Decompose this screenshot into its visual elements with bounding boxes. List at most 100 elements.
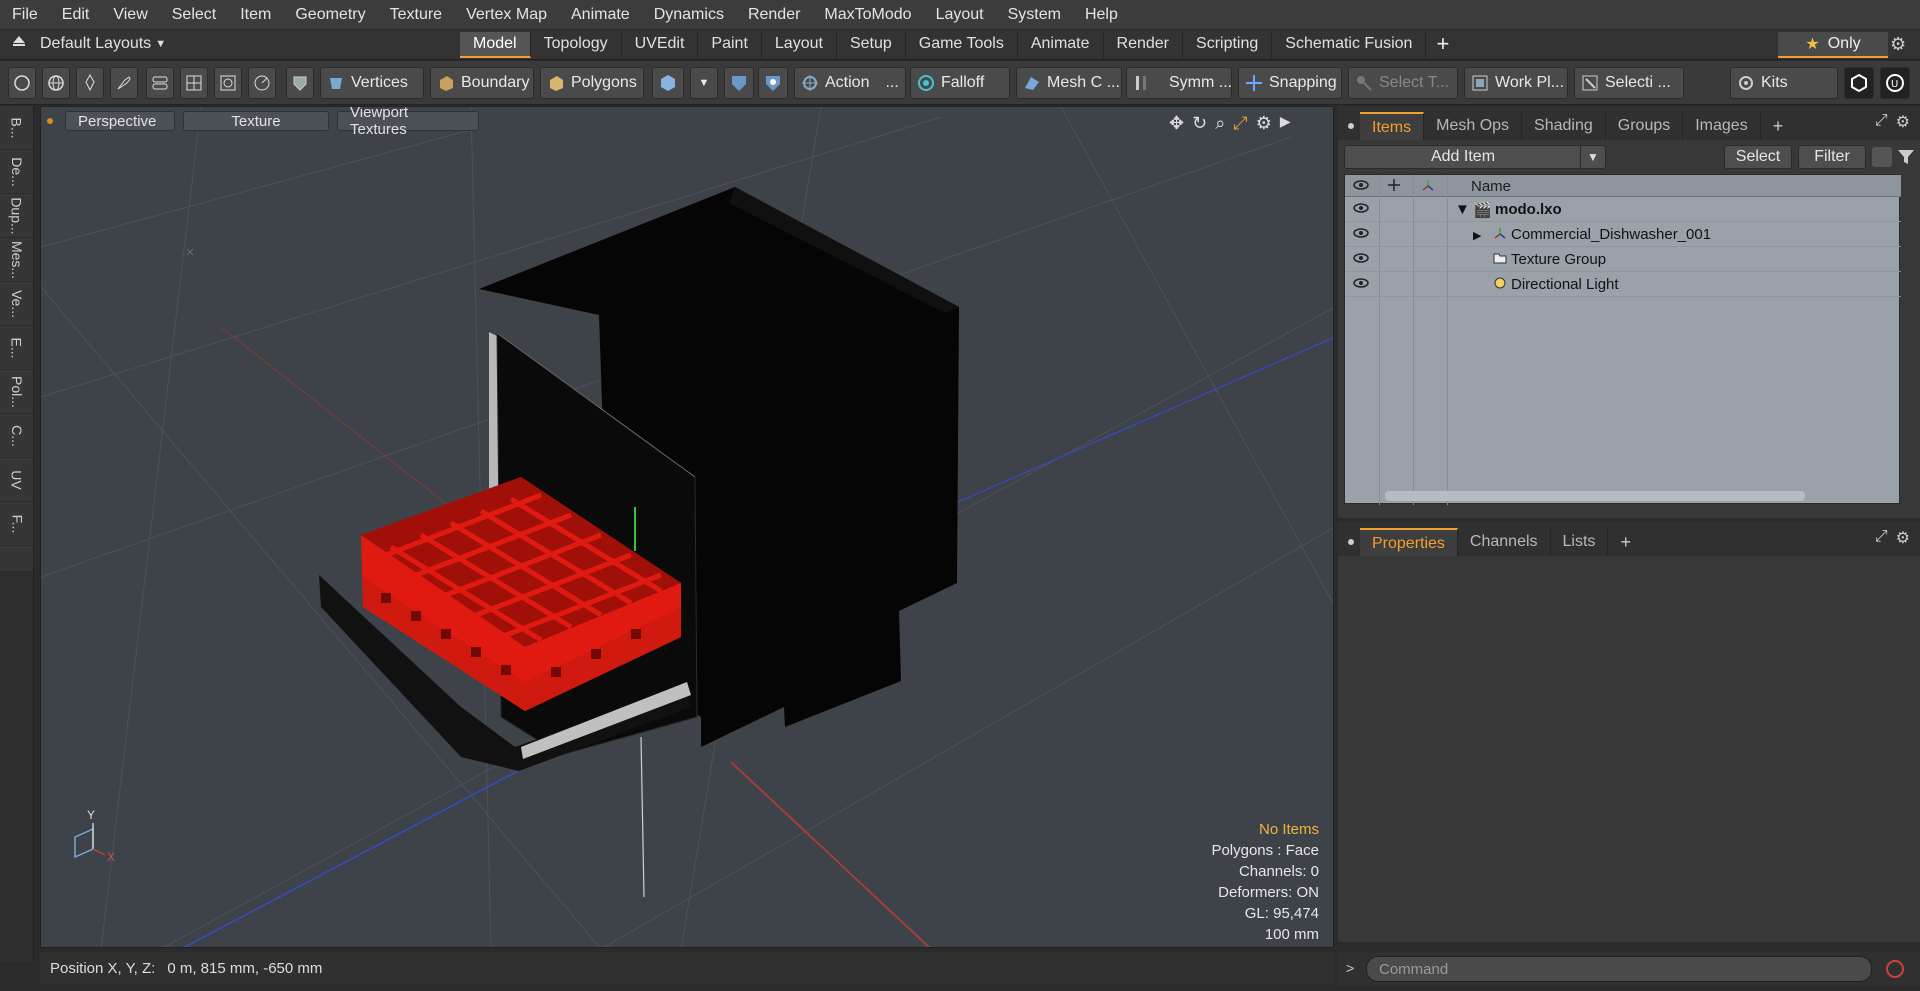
add-panel-tab-icon[interactable]: + — [1761, 112, 1796, 140]
eye-icon[interactable] — [1353, 276, 1369, 293]
add-item-dropdown[interactable]: ▼ — [1580, 145, 1606, 169]
tab-groups[interactable]: Groups — [1606, 112, 1684, 140]
menu-select[interactable]: Select — [160, 6, 228, 24]
palette-tab-fusion[interactable]: F... — [0, 502, 34, 546]
selection-sets-button[interactable]: Selecti ... — [1574, 67, 1684, 99]
tab-channels[interactable]: Channels — [1458, 528, 1551, 556]
only-toggle[interactable]: ★ Only — [1778, 32, 1888, 58]
unity-kit-button[interactable] — [1844, 67, 1874, 99]
radial-tool-button[interactable] — [248, 67, 276, 99]
menu-texture[interactable]: Texture — [378, 6, 454, 24]
menu-view[interactable]: View — [101, 6, 159, 24]
maximize-icon[interactable]: ⤢ — [1233, 113, 1247, 134]
select-button[interactable]: Select — [1724, 145, 1792, 169]
command-input[interactable]: Command — [1366, 956, 1872, 982]
tab-layout[interactable]: Layout — [762, 32, 837, 58]
tab-properties[interactable]: Properties — [1360, 528, 1458, 556]
palette-tab-polygon[interactable]: Pol... — [0, 370, 34, 414]
default-layouts-dropdown[interactable]: Default Layouts ▼ — [40, 35, 166, 53]
palette-tab-deform[interactable]: De... — [0, 150, 34, 194]
tab-shading[interactable]: Shading — [1522, 112, 1606, 140]
menu-system[interactable]: System — [996, 6, 1073, 24]
boundary-mode-button[interactable]: Boundary — [430, 67, 534, 99]
pan-icon[interactable]: ✥ — [1169, 113, 1184, 134]
pen-tool-button[interactable] — [76, 67, 104, 99]
box-tool-button[interactable] — [214, 67, 242, 99]
unreal-kit-button[interactable]: U — [1880, 67, 1910, 99]
tab-schematic-fusion[interactable]: Schematic Fusion — [1272, 32, 1427, 58]
filter-button[interactable]: Filter — [1798, 145, 1866, 169]
tab-scripting[interactable]: Scripting — [1183, 32, 1273, 58]
record-icon[interactable] — [1884, 958, 1906, 984]
shading-dropdown[interactable]: Texture — [183, 111, 329, 131]
sculpt-tool-button[interactable] — [110, 67, 138, 99]
palette-tab-edge[interactable]: E... — [0, 326, 34, 370]
menu-animate[interactable]: Animate — [559, 6, 642, 24]
eye-icon[interactable] — [1353, 251, 1369, 268]
expand-triangle-icon[interactable]: ▶ — [1473, 229, 1481, 242]
kits-button[interactable]: Kits — [1730, 67, 1838, 99]
sphere-tool-button[interactable] — [42, 67, 70, 99]
vertices-mode-button[interactable]: Vertices — [320, 67, 424, 99]
tab-uvedit[interactable]: UVEdit — [622, 32, 699, 58]
select-through-button[interactable]: Select T... — [1348, 67, 1458, 99]
layout-toggle-icon[interactable] — [12, 34, 26, 53]
palette-tab-basic[interactable]: B... — [0, 106, 34, 150]
panel-gear-icon[interactable]: ⚙ — [1896, 112, 1910, 132]
tab-setup[interactable]: Setup — [837, 32, 906, 58]
zoom-icon[interactable]: ⌕ — [1215, 113, 1225, 134]
add-item-button[interactable]: Add Item — [1344, 145, 1582, 169]
expand-triangle-icon[interactable]: ▼ — [1455, 201, 1470, 218]
tab-lists[interactable]: Lists — [1551, 528, 1609, 556]
symmetry-button[interactable]: Symm ... — [1126, 67, 1232, 99]
mesh-constraint-button[interactable]: Mesh C ... — [1016, 67, 1122, 99]
tab-images[interactable]: Images — [1683, 112, 1761, 140]
funnel-icon[interactable] — [1896, 147, 1916, 167]
viewport-textures-dropdown[interactable]: Viewport Textures — [337, 107, 479, 138]
tree-row-scene[interactable]: ▼ 🎬 modo.lxo — [1345, 197, 1901, 222]
menu-edit[interactable]: Edit — [50, 6, 102, 24]
tab-render[interactable]: Render — [1104, 32, 1184, 58]
viewport-gear-icon[interactable]: ⚙ — [1256, 113, 1272, 134]
tab-animate[interactable]: Animate — [1018, 32, 1104, 58]
work-plane-button[interactable]: Work Pl... — [1464, 67, 1568, 99]
material-mode-button[interactable] — [652, 67, 684, 99]
tree-row-light[interactable]: Directional Light — [1345, 272, 1901, 297]
menu-layout[interactable]: Layout — [924, 6, 996, 24]
perspective-dropdown[interactable]: Perspective — [65, 111, 175, 131]
polygons-mode-button[interactable]: Polygons — [540, 67, 644, 99]
3d-viewport[interactable]: Y X Perspective Texture Viewport Texture… — [40, 106, 1334, 948]
expand-icon[interactable]: ⤢ — [1875, 528, 1888, 548]
panel-gear-icon[interactable]: ⚙ — [1896, 528, 1910, 548]
gear-icon[interactable]: ⚙ — [1890, 34, 1906, 55]
palette-tab-curve[interactable]: C... — [0, 414, 34, 458]
add-tab-plus-icon[interactable]: + — [1426, 32, 1459, 58]
mode-dropdown[interactable]: ▼ — [690, 67, 718, 99]
action-center-button[interactable]: Action ... — [794, 67, 906, 99]
palette-tab-mesh[interactable]: Mes... — [0, 238, 34, 282]
symmetry-y-button[interactable] — [758, 67, 788, 99]
play-icon[interactable]: ▶ — [1280, 113, 1291, 134]
horizontal-scrollbar[interactable] — [1385, 491, 1805, 501]
menu-geometry[interactable]: Geometry — [283, 6, 377, 24]
eye-icon[interactable] — [1353, 226, 1369, 243]
menu-maxtomodo[interactable]: MaxToModo — [812, 6, 923, 24]
palette-tab-uv[interactable]: UV — [0, 458, 34, 502]
menu-item[interactable]: Item — [228, 6, 283, 24]
eye-icon[interactable] — [1353, 201, 1369, 218]
tab-topology[interactable]: Topology — [531, 32, 622, 58]
tab-game-tools[interactable]: Game Tools — [906, 32, 1018, 58]
item-mode-button[interactable] — [286, 67, 314, 99]
collapse-icon[interactable] — [1872, 147, 1892, 167]
bridge-tool-button[interactable] — [146, 67, 174, 99]
circle-select-button[interactable] — [8, 67, 36, 99]
tree-row-mesh[interactable]: ▶ Commercial_Dishwasher_001 — [1345, 222, 1901, 247]
grid-tool-button[interactable] — [180, 67, 208, 99]
symmetry-x-button[interactable] — [724, 67, 754, 99]
add-panel-tab-icon[interactable]: + — [1608, 528, 1643, 556]
menu-dynamics[interactable]: Dynamics — [642, 6, 736, 24]
expand-icon[interactable]: ⤢ — [1875, 112, 1888, 132]
palette-tab-vertex[interactable]: Ve... — [0, 282, 34, 326]
tree-row-texture-group[interactable]: Texture Group — [1345, 247, 1901, 272]
tab-mesh-ops[interactable]: Mesh Ops — [1424, 112, 1523, 140]
